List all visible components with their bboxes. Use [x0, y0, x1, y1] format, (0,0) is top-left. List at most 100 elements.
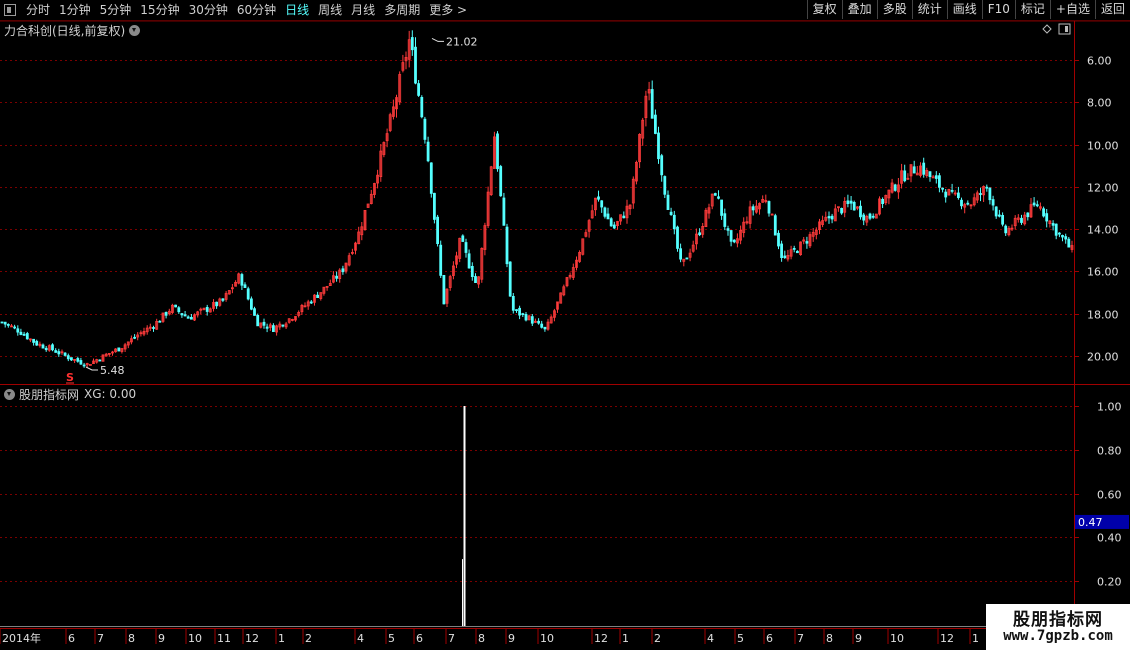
date-tick-label: 10 [188, 632, 202, 645]
candle-body [998, 214, 1001, 217]
candle-body [846, 200, 850, 204]
main-panel-header: 力合科创(日线,前复权) [0, 22, 144, 38]
candle-body [792, 247, 796, 250]
date-tick-label: 7 [97, 632, 104, 645]
candle-body [732, 239, 736, 243]
candle-body [205, 306, 209, 312]
stock-title: 力合科创(日线,前复权) [4, 23, 126, 38]
candle-body [979, 193, 982, 195]
indicator-title: 股朋指标网 [19, 387, 80, 402]
candle-body [82, 364, 86, 367]
candle-body [265, 326, 269, 329]
candle-body [1004, 225, 1008, 234]
date-tick-label: 9 [855, 632, 862, 645]
candle-body [511, 295, 515, 311]
candle-body [685, 257, 689, 260]
candle-body [922, 162, 926, 175]
price-tick-label: 18.00 [1087, 309, 1119, 322]
candle-body [240, 274, 244, 286]
chevron-down-icon[interactable] [129, 24, 141, 36]
date-tick-label: 2 [654, 632, 661, 645]
candle-body [54, 350, 58, 353]
candle-body [502, 197, 506, 226]
candle-body [729, 230, 733, 242]
candle-body [22, 333, 26, 336]
candle-body [1045, 213, 1049, 222]
candle-body [1058, 232, 1061, 235]
site-watermark: 股朋指标网 www.7gpzb.com [986, 604, 1130, 650]
candle-body [827, 216, 831, 219]
candle-body [66, 355, 70, 360]
candle-body [751, 206, 755, 211]
date-tick-label: 12 [594, 632, 608, 645]
candle-body [912, 166, 916, 174]
date-tick-label: 10 [890, 632, 904, 645]
candle-body [609, 218, 613, 227]
candle-body [508, 261, 512, 297]
price-tick-label: 14.00 [1087, 224, 1119, 237]
candle-body [316, 294, 320, 299]
chevron-down-icon[interactable] [4, 388, 15, 400]
date-tick-label: 10 [540, 632, 554, 645]
candle-body [215, 301, 219, 307]
date-tick-label: 12 [245, 632, 259, 645]
candle-body [335, 275, 339, 279]
date-tick-label: 8 [826, 632, 833, 645]
candle-body [44, 347, 48, 351]
candle-body [429, 162, 433, 194]
candle-body [783, 255, 787, 259]
price-axis-ticks: 20.00 18.00 16.00 14.00 12.00 10.00 8.00 6.00 [1074, 55, 1119, 364]
candle-body [414, 46, 417, 84]
candle-body [426, 141, 430, 162]
price-tick-label: 10.00 [1087, 140, 1119, 153]
candle-body [676, 226, 679, 249]
candle-body [271, 325, 275, 333]
date-tick-label: 2014年 [2, 631, 41, 645]
candle-body [464, 242, 468, 253]
date-tick-label: 9 [158, 632, 165, 645]
candle-body [496, 133, 499, 170]
candle-body [499, 166, 503, 197]
candle-body [467, 253, 471, 269]
date-tick-label: 5 [388, 632, 395, 645]
date-tick-label: 6 [416, 632, 423, 645]
date-tick-label: 5 [737, 632, 744, 645]
price-tick-label: 20.00 [1087, 351, 1119, 364]
candle-body [13, 326, 17, 329]
candle-body [410, 37, 414, 51]
candle-body [158, 320, 162, 323]
price-tick-label: 12.00 [1087, 182, 1119, 195]
candle-body [938, 175, 941, 188]
price-tick-label: 6.00 [1087, 55, 1112, 68]
indicator-grid [0, 406, 1074, 582]
candle-body [672, 214, 676, 230]
candle-body [666, 194, 670, 210]
candle-body [881, 198, 884, 204]
candle-body [606, 213, 610, 220]
price-tick-label: 8.00 [1087, 97, 1112, 110]
candle-body [934, 175, 938, 179]
candle-body [3, 321, 7, 325]
candle-body [420, 97, 424, 118]
candle-body [780, 243, 783, 259]
candle-body [603, 207, 607, 217]
candle-body [530, 316, 534, 324]
candle-body [950, 189, 954, 192]
date-tick-label: 9 [508, 632, 515, 645]
candle-body [893, 184, 897, 191]
indicator-bars [0, 406, 1074, 627]
candle-body [1061, 234, 1064, 238]
kline-chart[interactable]: 20.00 18.00 16.00 14.00 12.00 10.00 8.00 6.00 1… [0, 0, 1130, 650]
date-tick-label: 1 [972, 632, 979, 645]
low-annotation: 5.48 [85, 364, 125, 377]
candle-body [720, 199, 723, 216]
panel-layout-icon[interactable] [1058, 23, 1071, 35]
candle-body [988, 187, 992, 201]
indicator-tick-label: 0.60 [1097, 489, 1122, 502]
candle-body [840, 207, 843, 214]
date-tick-label: 6 [68, 632, 75, 645]
candle-body [1020, 217, 1023, 223]
date-axis: 2014年 6 7 8 9 10 11 12 1 2 4 5 6 7 8 9 10 12 1 2 4 5 6 7 8 9 10 12 1 [0, 629, 979, 645]
diamond-icon[interactable] [1042, 24, 1052, 34]
candle-body [663, 176, 667, 195]
